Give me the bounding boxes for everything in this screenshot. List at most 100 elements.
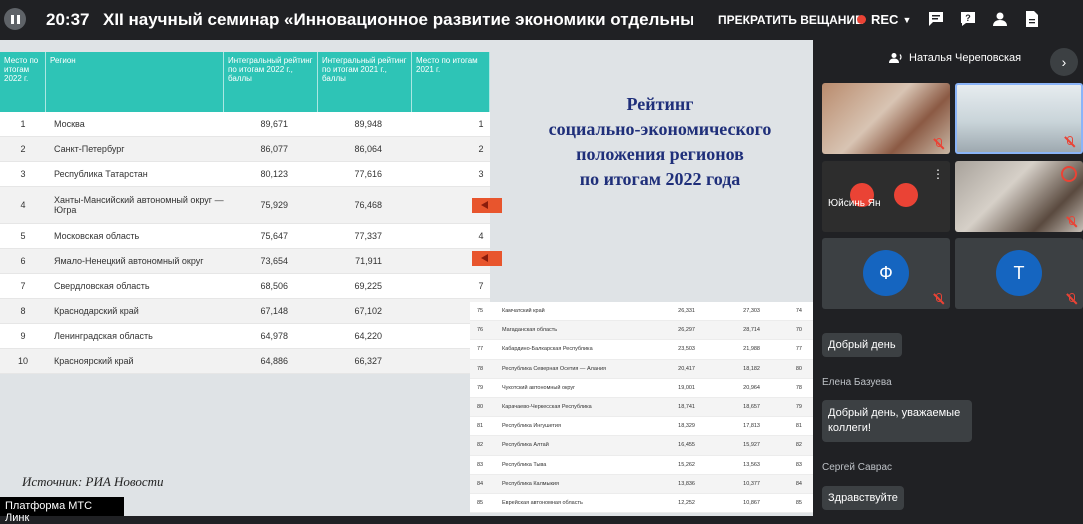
chat-sender: Елена Базуева [822,377,892,388]
cell-rating-2022: 73,654 [260,256,288,266]
cell-rating-2022: 26,331 [678,308,695,315]
cell-place: 6 [20,256,26,266]
header-rating-2022: Интегральный рейтинг по итогам 2022 г., … [224,52,318,112]
participant-tile[interactable]: Ф [822,238,950,309]
table-row: 77 Кабардино-Балкарская Республика 23,503 2… [470,340,813,360]
table-row: 75 Камчатский край 26,331 27,303 74 [470,302,813,322]
camera-icon[interactable] [894,183,918,207]
cell-region: Ханты-Мансийский автономный округ — Югра [54,195,224,215]
cell-region: Республика Алтай [502,442,549,449]
cell-rating-2021: 18,657 [743,404,760,411]
arrow-marker-icon [472,251,502,266]
cell-region: Магаданская область [502,327,558,334]
chat-message: Добрый день, уважаемые коллеги! [822,400,972,442]
cell-place: 79 [476,384,484,391]
cell-place-2021: 1 [478,119,484,129]
chat-sender: Сергей Саврас [822,462,893,473]
cell-rating-2022: 13,836 [678,480,695,487]
cell-region: Свердловская область [54,281,150,291]
cell-rating-2022: 64,978 [260,331,288,341]
rec-dropdown[interactable]: REC ▼ [857,12,911,27]
cell-place: 77 [476,346,484,353]
slide-title-line: по итогам 2022 года [579,169,741,189]
table-row: 3 Республика Татарстан 80,123 77,616 3 [0,162,490,187]
cell-rating-2021: 77,337 [354,231,382,241]
mic-off-icon [1065,292,1077,304]
presentation-slide: Место по итогам 2022 г. Регион Интеграль… [0,40,813,516]
chat-icon[interactable] [926,10,946,30]
avatar: Т [996,250,1042,296]
slide-title-line: положения регионов [576,144,744,164]
participant-tile[interactable]: Т [955,238,1083,309]
table-row: 6 Ямало-Ненецкий автономный округ 73,654 71… [0,249,490,274]
cell-region: Москва [54,119,85,129]
cell-rating-2021: 67,102 [354,306,382,316]
cell-region: Республика Северная Осетия — Алания [502,365,606,372]
presenter-icon [889,53,902,63]
cell-place: 82 [476,442,484,449]
person-icon[interactable] [990,10,1010,30]
cell-place-2021: 79 [795,404,802,411]
cell-rating-2021: 86,064 [354,144,382,154]
cell-rating-2021: 28,714 [743,327,760,334]
cell-rating-2021: 18,182 [743,365,760,372]
header-rating-2021: Интегральный рейтинг по итогам 2021 г., … [318,52,412,112]
cell-region: Краснодарский край [54,306,139,316]
cell-region: Ямало-Ненецкий автономный округ [54,256,204,266]
cell-place-2021: 84 [795,480,802,487]
participant-tile[interactable] [955,161,1083,232]
cell-region: Карачаево-Черкесская Республика [502,404,592,411]
rec-label: REC [871,12,899,27]
table-row: 84 Республика Калмыкия 13,836 10,377 84 [470,474,813,494]
chat-message: Здравствуйте [822,486,904,510]
participant-name: Юйсинь Ян [828,198,881,209]
cell-rating-2021: 15,927 [743,442,760,449]
participant-tile[interactable] [955,83,1083,154]
cell-place-2021: 7 [478,281,484,291]
help-icon[interactable]: ? [958,10,978,30]
arrow-marker-icon [472,198,502,213]
cell-rating-2022: 86,077 [260,144,288,154]
table-row: 8Краснодарский край67,14867,1028 [0,299,490,324]
document-icon[interactable] [1022,10,1042,30]
cell-place: 80 [476,404,484,411]
cell-region: Санкт-Петербург [54,144,125,154]
cell-region: Республика Тыва [502,461,547,468]
participant-tile[interactable]: Юйсинь Ян ⋮ [822,161,950,232]
cell-rating-2022: 75,647 [260,231,288,241]
cell-place-2021: 74 [795,308,802,315]
table-row: 83 Республика Тыва 15,262 13,563 83 [470,456,813,475]
broadcast-time: 20:37 [46,10,90,29]
stop-broadcast-button[interactable]: ПРЕКРАТИТЬ ВЕЩАНИЕ [718,13,863,27]
cell-place: 4 [20,200,26,210]
cell-place-2021: 3 [478,169,484,179]
table-row: 7 Свердловская область 68,506 69,225 7 [0,274,490,299]
cell-place: 2 [20,144,26,154]
table-row: 79 Чукотский автономный округ 19,001 20,964… [470,379,813,398]
cell-rating-2021: 21,988 [743,346,760,353]
cell-rating-2022: 23,503 [678,346,695,353]
mic-off-icon [932,292,944,304]
cell-rating-2021: 13,563 [743,461,760,468]
header-place-2022: Место по итогам 2022 г. [0,52,46,112]
cell-place: 7 [20,281,26,291]
chevron-right-icon[interactable]: › [1050,48,1078,76]
participant-tile[interactable] [822,83,950,154]
rating-table-bottom: 75 Камчатский край 26,331 27,303 74 76 Магада… [470,302,813,514]
table-row: 2 Санкт-Петербург 86,077 86,064 2 [0,137,490,162]
table-body: 1 Москва 89,671 89,948 1 2 Санкт-Петербург 86,… [0,112,490,374]
cell-place-2021: 80 [795,365,802,372]
cell-rating-2021: 76,468 [354,200,382,210]
mic-off-icon [932,137,944,149]
cell-region: Кабардино-Балкарская Республика [502,346,593,353]
cell-place: 8 [20,306,26,316]
cell-rating-2022: 64,886 [260,356,288,366]
table-row: 82 Республика Алтай 16,455 15,927 82 [470,436,813,456]
cell-rating-2021: 69,225 [354,281,382,291]
more-options-icon[interactable]: ⋮ [932,167,944,181]
table-row: 5 Московская область 75,647 77,337 4 [0,224,490,249]
cell-rating-2022: 26,297 [678,327,695,334]
table-row: 85 Еврейская автономная область 12,252 10,8… [470,494,813,514]
cell-rating-2022: 18,329 [678,423,695,430]
pause-button[interactable] [4,8,26,30]
